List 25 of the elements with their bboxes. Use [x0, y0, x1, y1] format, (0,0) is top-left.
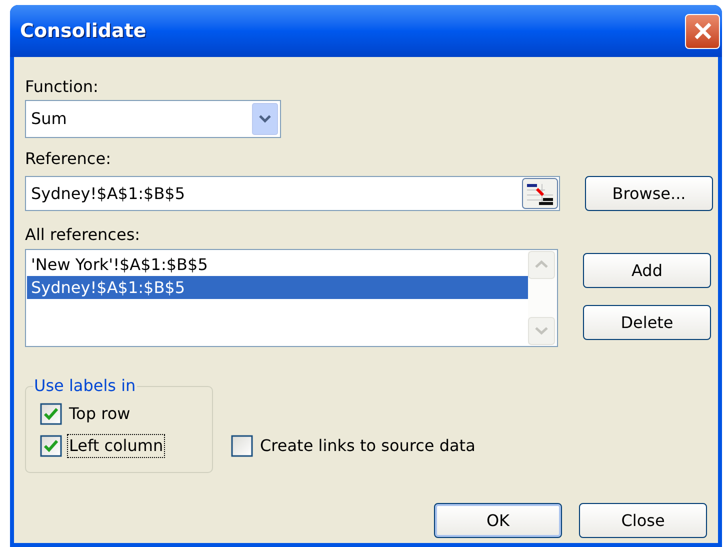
checkbox-label[interactable]: Create links to source data: [260, 434, 476, 458]
dialog-button[interactable]: Delete: [583, 305, 711, 340]
dialog-button[interactable]: Browse...: [585, 176, 713, 211]
close-button[interactable]: [685, 14, 720, 48]
checkbox-label[interactable]: Top row: [68, 403, 132, 425]
function-dropdown[interactable]: Sum: [25, 100, 281, 138]
references-list[interactable]: 'New York'!$A$1:$B$5 Sydney!$A$1:$B$5: [25, 249, 558, 347]
dialog-button[interactable]: Add: [583, 253, 711, 288]
close-icon: [692, 21, 712, 41]
checkbox[interactable]: [40, 435, 62, 457]
reference-field[interactable]: Sydney!$A$1:$B$5: [25, 176, 560, 211]
list-item[interactable]: 'New York'!$A$1:$B$5: [27, 253, 528, 276]
window-title: Consolidate: [20, 18, 146, 44]
dropdown-value: Sum: [31, 108, 67, 130]
reference-value: Sydney!$A$1:$B$5: [31, 182, 186, 204]
checkbox[interactable]: [231, 435, 253, 457]
function-label: Function:: [25, 77, 100, 97]
checkbox-label[interactable]: Left column: [68, 435, 164, 457]
dialog-button[interactable]: OK: [434, 503, 562, 538]
checkbox[interactable]: [40, 403, 62, 425]
collapse-dialog-icon[interactable]: [522, 178, 558, 209]
dialog-button[interactable]: Close: [579, 503, 707, 538]
reference-label: Reference:: [25, 149, 112, 169]
all-references-label: All references:: [25, 225, 142, 245]
list-item[interactable]: Sydney!$A$1:$B$5: [27, 276, 528, 299]
